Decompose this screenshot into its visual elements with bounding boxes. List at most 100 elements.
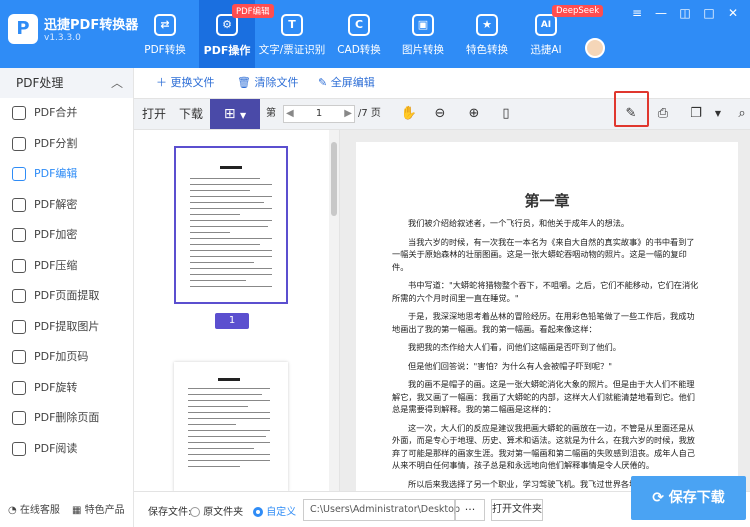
thumbnail-scrollbar[interactable]: [329, 130, 339, 491]
grid-icon: ⊞: [223, 106, 236, 122]
sidebar-item-decrypt[interactable]: PDF解密: [0, 190, 133, 221]
page-thumbnail-2[interactable]: [174, 362, 288, 492]
open-button[interactable]: 打开: [142, 99, 166, 129]
page-prefix-label: 第: [266, 108, 276, 119]
paragraph: 这一次，大人们的反应是建议我把画大蟒蛇的画放在一边，不管是从里面还是从外面，而是…: [392, 422, 695, 471]
nav-image-convert[interactable]: ▣ 图片转换: [396, 0, 450, 68]
save-location-label: 保存文件:: [148, 507, 192, 518]
radio-selected-icon: [253, 507, 263, 517]
radio-icon: [190, 507, 200, 517]
document-viewer: 第一章 我们被介绍给叙述者，一个飞行员，和他关于成年人的想法。 当我六岁的时候，…: [340, 130, 750, 491]
merge-icon: [12, 106, 26, 120]
thumbnail-view-button[interactable]: ⊞ ▼: [210, 99, 260, 129]
print-icon[interactable]: ⎙: [653, 104, 673, 124]
hand-tool-icon[interactable]: ✋: [399, 104, 419, 124]
chapter-title: 第一章: [524, 192, 570, 210]
featured-products-link[interactable]: ▦ 特色产品: [72, 495, 125, 527]
sidebar-item-read[interactable]: PDF阅读: [0, 434, 133, 465]
page-number-badge: 1: [215, 313, 249, 329]
deepseek-badge: DeepSeek: [552, 5, 604, 17]
edit-icon: ✎: [318, 76, 328, 89]
edit-icon: [12, 167, 26, 181]
paragraph: 但是他们回答说："害怕？为什么有人会被帽子吓到呢？": [408, 360, 613, 371]
sidebar-item-page-extract[interactable]: PDF页面提取: [0, 281, 133, 312]
menu-icon[interactable]: ≡: [628, 6, 646, 20]
compress-icon: [12, 258, 26, 273]
viewer-toolbar: 打开 下载 ⊞ ▼ 第 ◀ 1 ▶ /7 页 ✋ ⊖ ⊕ ▯ ✎ ⎙ ❐ ▼ ⌕: [134, 98, 750, 130]
fit-page-icon[interactable]: ▯: [496, 104, 516, 124]
browse-button[interactable]: ···: [455, 499, 485, 521]
document-page: 第一章 我们被介绍给叙述者，一个飞行员，和他关于成年人的想法。 当我六岁的时候，…: [356, 142, 738, 491]
nav-pdf-convert[interactable]: ⇄ PDF转换: [137, 0, 193, 68]
sidebar-item-split[interactable]: PDF分割: [0, 129, 133, 160]
sidebar-item-delete-page[interactable]: PDF删除页面: [0, 403, 133, 434]
sidebar-item-page-number[interactable]: PDF加页码: [0, 342, 133, 373]
copy-icon[interactable]: ❐: [686, 104, 706, 124]
sidebar-header[interactable]: PDF处理 ︿: [0, 68, 133, 98]
open-folder-button[interactable]: 打开文件夹: [491, 499, 543, 521]
sidebar-footer: ◔ 在线客服 ▦ 特色产品: [0, 495, 134, 527]
prev-page-icon[interactable]: ◀: [286, 106, 294, 122]
sidebar-item-edit[interactable]: PDF编辑: [0, 159, 133, 190]
cad-icon: C: [348, 14, 370, 36]
page-total-label: /7 页: [358, 108, 381, 119]
sidebar: PDF处理 ︿ PDF合并 PDF分割 PDF编辑 PDF解密 PDF加密 PD…: [0, 68, 134, 527]
fullscreen-edit-button[interactable]: ✎ 全屏编辑: [318, 68, 375, 98]
dropdown-arrow-icon: ▼: [240, 111, 247, 120]
sidebar-item-image-extract[interactable]: PDF提取图片: [0, 312, 133, 343]
avatar[interactable]: [585, 38, 605, 58]
refresh-icon: ⟳: [652, 490, 664, 506]
paragraph: 我们被介绍给叙述者，一个飞行员，和他关于成年人的想法。: [408, 218, 630, 228]
replace-file-button[interactable]: ＋ 更换文件: [156, 68, 215, 98]
app-logo: P: [8, 14, 38, 44]
copy-dropdown-icon[interactable]: ▼: [708, 104, 728, 124]
annotate-highlight-box: [614, 91, 649, 127]
save-download-button[interactable]: ⟳ 保存下载: [631, 476, 746, 520]
close-icon[interactable]: ✕: [724, 6, 742, 20]
original-folder-radio[interactable]: 原文件夹: [190, 503, 243, 518]
page-number-icon: [12, 350, 26, 364]
custom-folder-radio[interactable]: 自定义: [253, 503, 296, 518]
clear-file-button[interactable]: 🗑 清除文件: [237, 68, 298, 98]
trash-icon: 🗑: [237, 76, 251, 89]
thumbnail-panel: 1: [134, 130, 340, 492]
nav-special-convert[interactable]: ★ 特色转换: [460, 0, 514, 68]
paragraph: 我把我的杰作给大人们看，问他们这幅画是否吓到了他们。: [408, 342, 621, 352]
star-icon: ★: [476, 14, 498, 36]
sidebar-item-encrypt[interactable]: PDF加密: [0, 220, 133, 251]
zoom-in-icon[interactable]: ⊕: [464, 104, 484, 124]
next-page-icon[interactable]: ▶: [344, 106, 352, 122]
read-icon: [12, 441, 26, 456]
page-extract-icon: [12, 289, 26, 303]
download-button[interactable]: 下载: [179, 99, 203, 129]
rotate-icon: [12, 380, 26, 395]
image-icon: ▣: [412, 14, 434, 36]
top-bar: P 迅捷PDF转换器 v1.3.3.0 ⇄ PDF转换 ⚙ PDF操作 T 文字…: [0, 0, 750, 68]
save-path-field[interactable]: C:\Users\Administrator\Desktop: [303, 499, 460, 521]
sidebar-item-compress[interactable]: PDF压缩: [0, 251, 133, 282]
sidebar-item-rotate[interactable]: PDF旋转: [0, 373, 133, 404]
unlock-icon: [12, 197, 26, 212]
search-icon[interactable]: ⌕: [732, 104, 750, 124]
chevron-up-icon: ︿: [110, 76, 123, 90]
nav-cad-convert[interactable]: C CAD转换: [332, 0, 386, 68]
zoom-out-icon[interactable]: ⊖: [430, 104, 450, 124]
skin-icon[interactable]: ◫: [676, 6, 694, 20]
image-extract-icon: [12, 319, 26, 334]
paragraph: 我的画不是帽子的画。这是一张大蟒蛇消化大象的照片。但是由于大人们不能理解它，我又…: [392, 379, 695, 414]
minimize-icon[interactable]: —: [652, 6, 670, 20]
page-number-input[interactable]: ◀ 1 ▶: [283, 105, 355, 123]
file-action-bar: ＋ 更换文件 🗑 清除文件 ✎ 全屏编辑: [134, 68, 750, 98]
shield-icon: [12, 228, 26, 242]
maximize-icon[interactable]: □: [700, 6, 718, 20]
scan-text-icon: T: [281, 14, 303, 36]
delete-page-icon: [12, 411, 26, 425]
paragraph: 当我六岁的时候，有一次我在一本名为《来自大自然的真实故事》的书中看到了一幅关于原…: [392, 236, 695, 272]
split-icon: [12, 136, 26, 151]
ai-icon: AI: [535, 14, 557, 36]
paragraph: 于是，我深深地思考着丛林的冒险经历。在用彩色铅笔做了一些工作后，我成功地画出了我…: [392, 311, 695, 334]
scrollbar-thumb[interactable]: [331, 142, 337, 216]
online-service-link[interactable]: ◔ 在线客服: [8, 495, 60, 527]
sidebar-item-merge[interactable]: PDF合并: [0, 98, 133, 129]
page-thumbnail-1[interactable]: [174, 146, 288, 304]
